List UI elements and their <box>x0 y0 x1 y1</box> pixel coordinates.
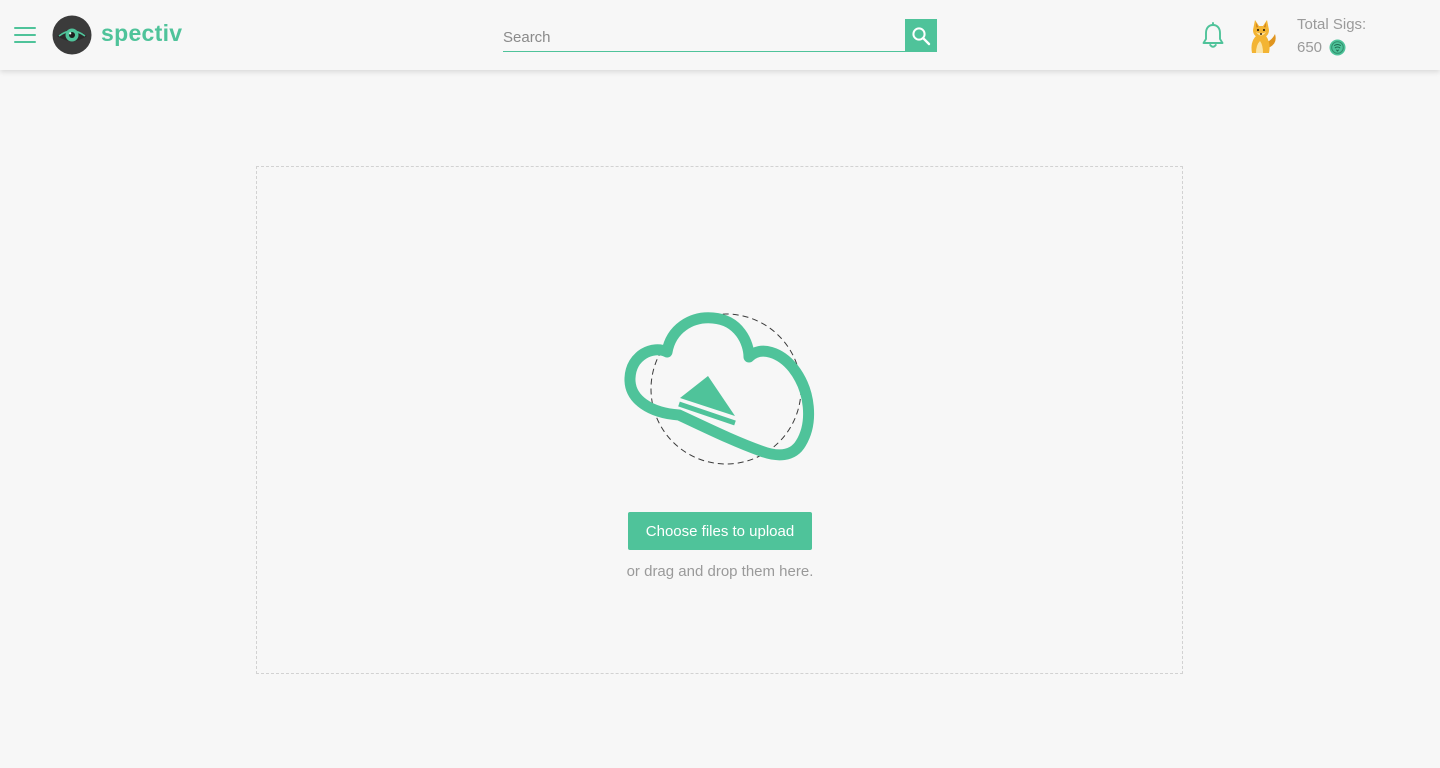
search-bar <box>503 19 937 52</box>
drag-drop-hint: or drag and drop them here. <box>626 563 814 580</box>
app-logo[interactable]: spectiv <box>52 15 182 55</box>
choose-files-button[interactable]: Choose files to upload <box>628 512 812 550</box>
eye-logo-icon <box>52 15 92 55</box>
search-input[interactable] <box>503 19 905 52</box>
search-icon <box>912 26 931 45</box>
total-sigs: Total Sigs: 650 <box>1297 13 1366 59</box>
bell-icon[interactable] <box>1200 22 1226 50</box>
fox-avatar[interactable] <box>1244 18 1278 54</box>
cloud-upload-icon[interactable] <box>621 305 815 467</box>
sig-coin-icon <box>1329 39 1346 56</box>
logo-wordmark: spectiv <box>101 20 183 46</box>
search-button[interactable] <box>905 19 937 52</box>
total-sigs-label: Total Sigs: <box>1297 16 1367 33</box>
total-sigs-value: 650 <box>1297 39 1323 56</box>
hamburger-menu-icon[interactable] <box>12 24 38 46</box>
top-navigation-bar: spectiv Total Sigs: 650 <box>0 0 1440 70</box>
